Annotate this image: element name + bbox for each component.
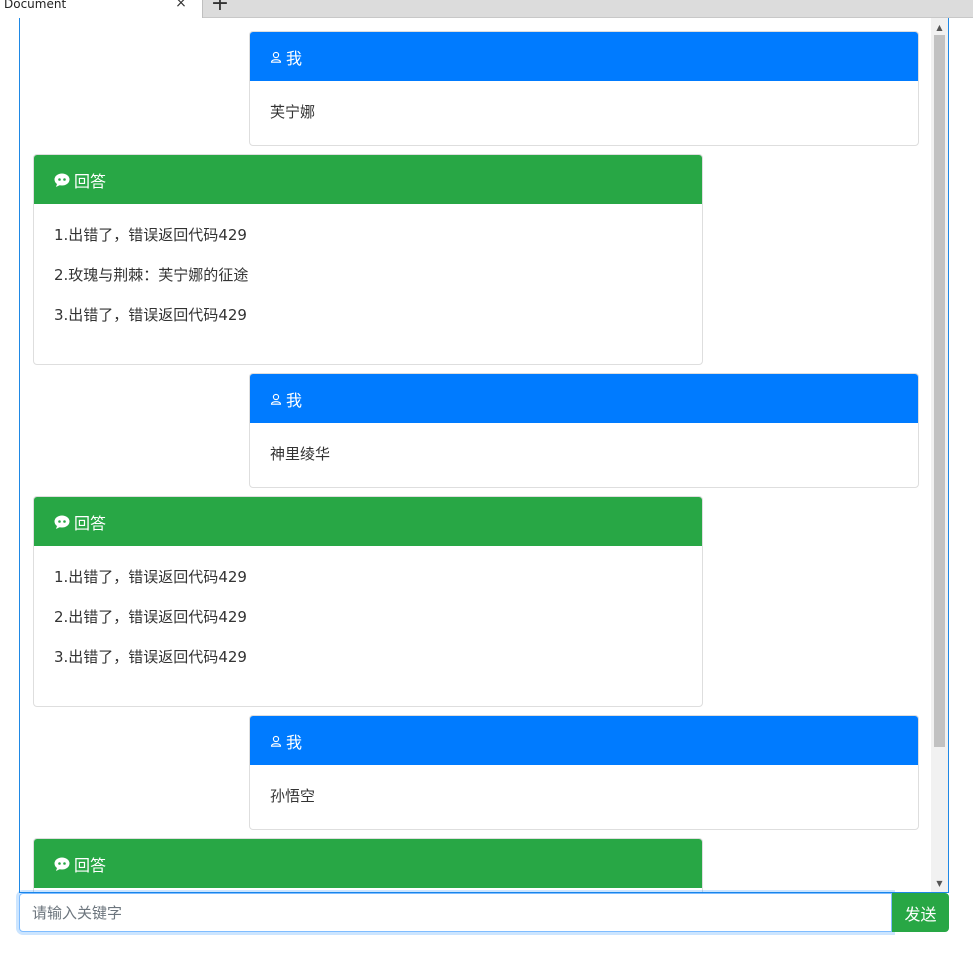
user-icon: [270, 393, 282, 405]
chat-message-list[interactable]: 我 芙宁娜 回答 1.出错了，错误返回代码429 2.玫瑰与荆棘：芙宁娜的征途 …: [20, 18, 932, 892]
user-label: 我: [286, 48, 303, 68]
bot-answer-body: 1.出错了，错误返回代码429 2.出错了，错误返回代码429 3.出错了，错误…: [34, 546, 702, 688]
user-message-card: 我 神里绫华: [249, 373, 919, 488]
answer-line: 2.玫瑰与荆棘：芙宁娜的征途: [54, 266, 249, 284]
user-message-text: 孙悟空: [270, 787, 316, 805]
scroll-up-arrow-icon[interactable]: ▲: [931, 21, 948, 35]
bot-label: 回答: [74, 513, 107, 533]
answer-line: 1.出错了，错误返回代码429: [54, 226, 247, 244]
user-message-header: 我: [250, 374, 918, 423]
user-label: 我: [286, 390, 303, 410]
bot-answer-body: 1.出错了，错误返回代码429 2.玫瑰与荆棘：芙宁娜的征途 3.出错了，错误返…: [34, 204, 702, 346]
user-message-text: 芙宁娜: [270, 103, 316, 121]
tab-close-icon[interactable]: ×: [174, 0, 188, 10]
bot-answer-card: 回答: [33, 838, 703, 892]
bot-answer-card: 回答 1.出错了，错误返回代码429 2.玫瑰与荆棘：芙宁娜的征途 3.出错了，…: [33, 154, 703, 365]
bot-label: 回答: [74, 855, 107, 875]
user-message-body: 神里绫华: [250, 423, 918, 485]
keyword-input[interactable]: [19, 893, 892, 932]
user-icon: [270, 51, 282, 63]
chat-bubble-icon: [54, 857, 70, 871]
user-message-text: 神里绫华: [270, 445, 331, 463]
input-bar: 发送: [19, 893, 949, 932]
answer-line: 3.出错了，错误返回代码429: [54, 648, 247, 666]
bot-answer-card: 回答 1.出错了，错误返回代码429 2.出错了，错误返回代码429 3.出错了…: [33, 496, 703, 707]
user-message-header: 我: [250, 32, 918, 81]
scroll-down-arrow-icon[interactable]: ▼: [931, 877, 948, 891]
bot-answer-header: 回答: [34, 155, 702, 204]
bot-answer-header: 回答: [34, 839, 702, 888]
new-tab-icon[interactable]: +: [210, 0, 230, 15]
browser-tab[interactable]: Document ×: [0, 0, 203, 18]
answer-line: 1.出错了，错误返回代码429: [54, 568, 247, 586]
answer-line: 2.出错了，错误返回代码429: [54, 608, 247, 626]
bot-answer-header: 回答: [34, 497, 702, 546]
chat-bubble-icon: [54, 515, 70, 529]
answer-line: 3.出错了，错误返回代码429: [54, 306, 247, 324]
tab-title: Document: [4, 0, 67, 11]
user-message-header: 我: [250, 716, 918, 765]
user-message-card: 我 孙悟空: [249, 715, 919, 830]
bot-label: 回答: [74, 171, 107, 191]
scrollbar[interactable]: ▲ ▼: [931, 18, 948, 892]
chat-bubble-icon: [54, 173, 70, 187]
send-button[interactable]: 发送: [892, 893, 949, 932]
browser-tab-strip: Document × +: [0, 0, 973, 18]
chat-window: 我 芙宁娜 回答 1.出错了，错误返回代码429 2.玫瑰与荆棘：芙宁娜的征途 …: [19, 18, 949, 893]
user-message-body: 孙悟空: [250, 765, 918, 827]
user-label: 我: [286, 732, 303, 752]
user-icon: [270, 735, 282, 747]
scrollbar-thumb[interactable]: [934, 35, 945, 747]
user-message-card: 我 芙宁娜: [249, 31, 919, 146]
user-message-body: 芙宁娜: [250, 81, 918, 143]
